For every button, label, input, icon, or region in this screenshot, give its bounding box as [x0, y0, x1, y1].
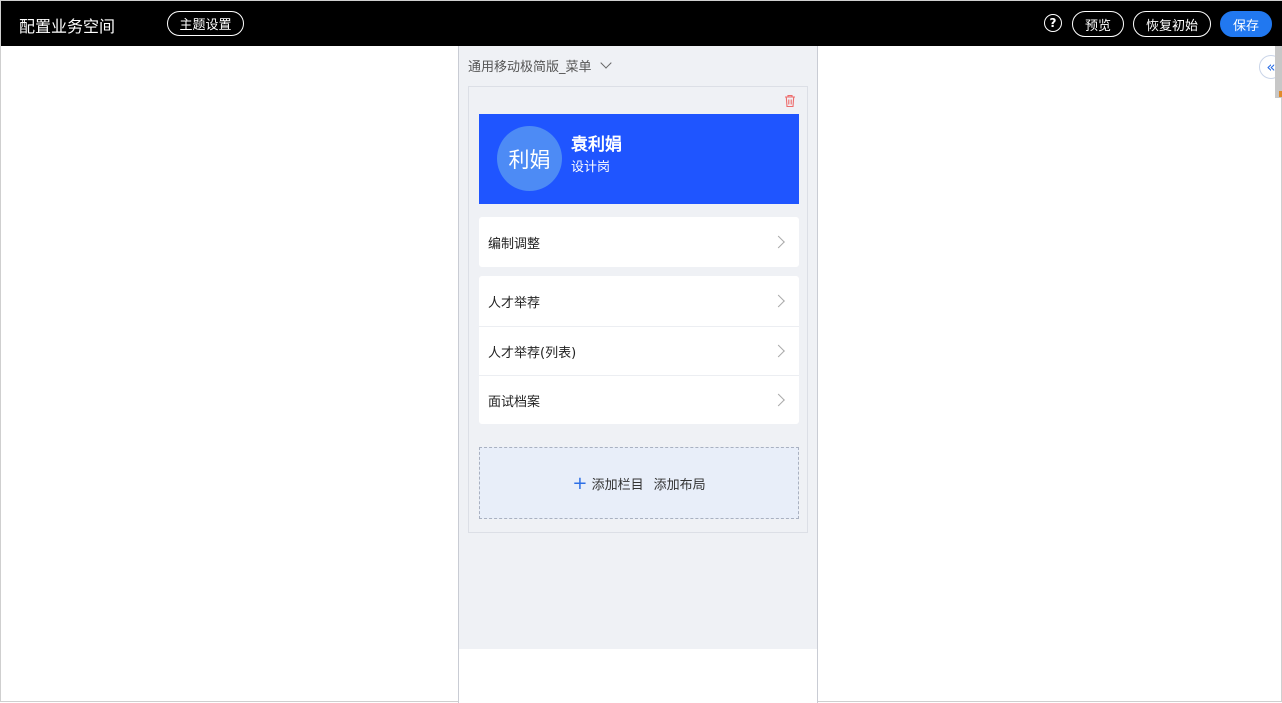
plus-icon: + — [572, 472, 588, 494]
chevron-right-icon — [772, 393, 785, 407]
menu-item-talent-referral[interactable]: 人才举荐 — [479, 276, 799, 326]
chevron-right-icon — [772, 294, 785, 308]
chevron-right-icon — [772, 235, 785, 249]
app-frame: 配置业务空间 主题设置 ? 预览 恢复初始 保存 通用移动极简版_菜单 利娟 袁… — [0, 0, 1282, 703]
theme-settings-button[interactable]: 主题设置 — [167, 11, 244, 36]
add-section-area: + 添加栏目 添加布局 — [479, 447, 799, 519]
user-role: 设计岗 — [571, 160, 611, 175]
top-bar: 配置业务空间 主题设置 ? 预览 恢复初始 保存 — [1, 1, 1282, 46]
page-title: 配置业务空间 — [19, 17, 116, 36]
add-column-label: 添加栏目 — [591, 477, 644, 493]
menu-group-2: 人才举荐 人才举荐(列表) 面试档案 — [479, 276, 799, 424]
menu-group-1: 编制调整 — [479, 217, 799, 267]
add-layout-button[interactable]: 添加布局 — [654, 474, 706, 493]
menu-item-interview-archive[interactable]: 面试档案 — [479, 375, 799, 424]
user-profile-card: 利娟 袁利娟 设计岗 — [479, 114, 799, 204]
add-column-button[interactable]: + 添加栏目 — [572, 474, 643, 493]
chevron-down-icon — [599, 57, 612, 69]
reset-button[interactable]: 恢复初始 — [1133, 11, 1211, 37]
avatar: 利娟 — [497, 126, 562, 191]
mobile-preview-canvas: 通用移动极简版_菜单 利娟 袁利娟 设计岗 编制调整 人才举荐 人才举荐(列表)… — [458, 46, 818, 703]
menu-select-label: 通用移动极简版_菜单 — [468, 60, 592, 75]
menu-item-label: 面试档案 — [488, 394, 541, 410]
menu-item-staffing-adjustment[interactable]: 编制调整 — [479, 217, 799, 267]
canvas-background: 通用移动极简版_菜单 利娟 袁利娟 设计岗 编制调整 人才举荐 人才举荐(列表)… — [459, 46, 817, 649]
trash-icon[interactable] — [783, 94, 797, 108]
scrollbar[interactable] — [1275, 46, 1282, 703]
preview-button[interactable]: 预览 — [1072, 11, 1124, 37]
save-button[interactable]: 保存 — [1220, 11, 1272, 37]
menu-item-label: 人才举荐(列表) — [488, 345, 577, 361]
menu-select-dropdown[interactable]: 通用移动极简版_菜单 — [468, 56, 612, 75]
user-name: 袁利娟 — [571, 135, 622, 155]
menu-item-label: 编制调整 — [488, 236, 541, 252]
menu-item-label: 人才举荐 — [488, 295, 541, 311]
help-icon[interactable]: ? — [1044, 14, 1062, 32]
chevron-right-icon — [772, 344, 785, 358]
layout-container[interactable]: 利娟 袁利娟 设计岗 编制调整 人才举荐 人才举荐(列表) 面试档案 + 添加栏… — [468, 86, 808, 533]
menu-item-talent-referral-list[interactable]: 人才举荐(列表) — [479, 326, 799, 375]
